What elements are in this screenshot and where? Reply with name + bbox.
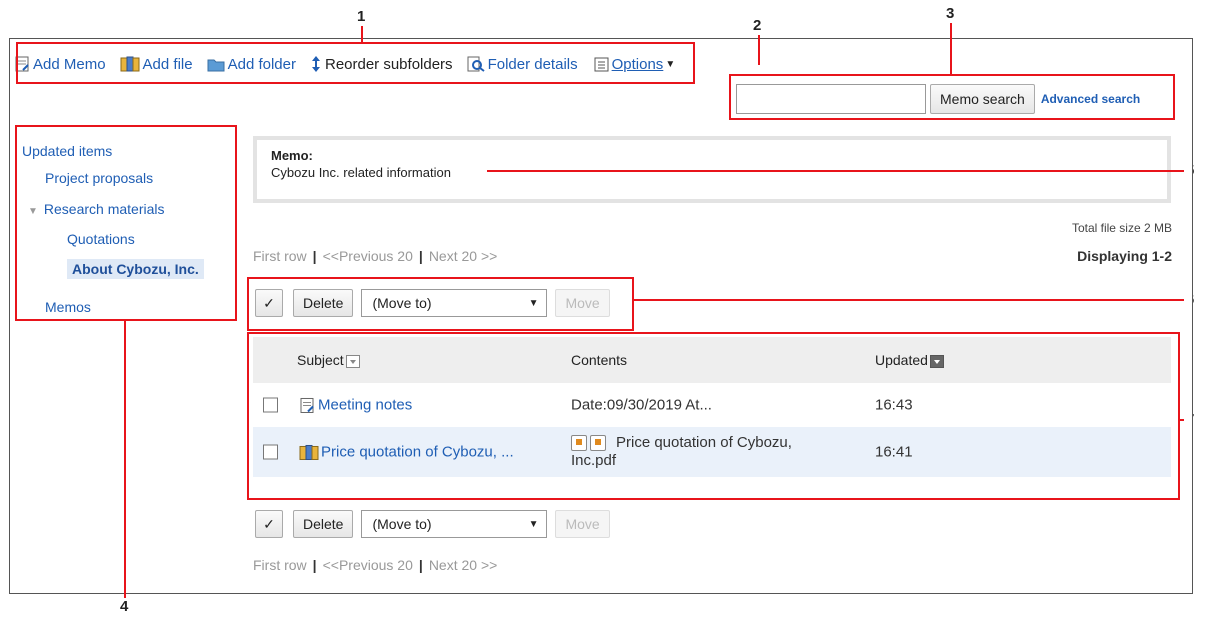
pager-separator: | (418, 248, 423, 264)
pager-separator: | (418, 557, 423, 573)
first-row-link[interactable]: First row (253, 557, 307, 573)
callout-line-7 (1180, 419, 1184, 421)
callout-box-4 (15, 125, 237, 321)
select-all-button[interactable]: ✓ (255, 510, 283, 538)
next-link[interactable]: Next 20 >> (429, 557, 498, 573)
chevron-down-icon: ▼ (528, 518, 539, 530)
memo-text: Cybozu Inc. related information (271, 165, 451, 180)
callout-box-7 (247, 332, 1180, 500)
first-row-link[interactable]: First row (253, 248, 307, 264)
callout-line-3 (950, 23, 952, 74)
callout-box-6 (247, 277, 634, 331)
pager-separator: | (312, 248, 317, 264)
previous-link[interactable]: <<Previous 20 (323, 557, 413, 573)
pager-bottom: First row | <<Previous 20 | Next 20 >> (253, 557, 497, 573)
move-to-value: (Move to) (372, 516, 432, 532)
move-button[interactable]: Move (555, 510, 610, 538)
callout-box-1 (16, 42, 695, 84)
next-link[interactable]: Next 20 >> (429, 248, 498, 264)
callout-2: 2 (753, 17, 762, 34)
callout-box-3 (729, 74, 1175, 120)
delete-button[interactable]: Delete (293, 510, 354, 538)
callout-1: 1 (357, 8, 366, 25)
callout-line-2 (758, 35, 760, 65)
callout-line-5 (487, 170, 1184, 172)
action-bar-bottom: ✓ Delete (Move to) ▼ Move (255, 510, 610, 538)
pager-top: First row | <<Previous 20 | Next 20 >> (253, 248, 497, 264)
total-file-size: Total file size 2 MB (1071, 221, 1172, 235)
callout-line-4 (124, 321, 126, 598)
callout-3: 3 (946, 5, 955, 22)
pager-separator: | (312, 557, 317, 573)
move-to-select[interactable]: (Move to) ▼ (361, 510, 548, 538)
callout-4: 4 (120, 598, 129, 615)
previous-link[interactable]: <<Previous 20 (323, 248, 413, 264)
memo-title: Memo: (271, 148, 313, 163)
callout-line-6 (634, 299, 1184, 301)
callout-line-1 (361, 26, 363, 42)
displaying-count: Displaying 1-2 (1077, 248, 1172, 264)
